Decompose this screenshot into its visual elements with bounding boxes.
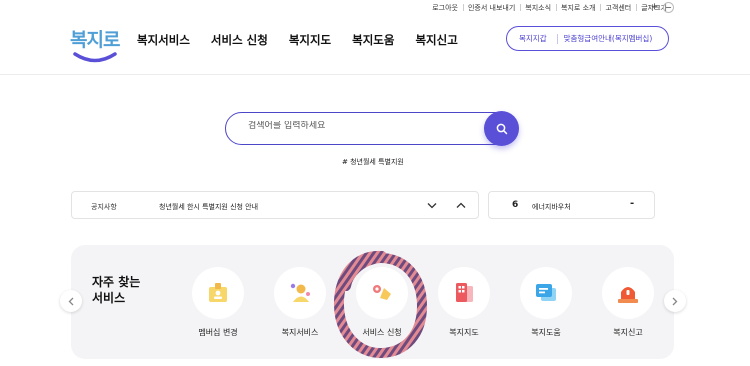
notice-bar: 공지사항 청년월세 한시 특별지원 신청 안내: [71, 191, 479, 219]
welfare-help-icon: [536, 284, 556, 301]
welfare-news-link[interactable]: 복지소식: [520, 3, 556, 13]
header-button-group: 복지지갑 맞춤형급여안내(복지멤버십): [506, 26, 669, 51]
site-logo[interactable]: 복지로: [70, 25, 120, 69]
carousel-next-button[interactable]: [664, 290, 686, 312]
welfare-map-icon: [456, 283, 473, 302]
voucher-number: 6: [512, 200, 519, 210]
header-divider: [0, 74, 750, 75]
frequent-services-title: 자주 찾는 서비스: [92, 274, 140, 306]
service-label: 복지신고: [613, 328, 643, 337]
logout-link[interactable]: 로그아웃: [427, 3, 463, 13]
main-nav: 복지서비스 서비스 신청 복지지도 복지도움 복지신고: [137, 32, 458, 48]
service-label: 복지도움: [531, 328, 561, 337]
utility-bar: 로그아웃 인증서 내보내기 복지소식 복지로 소개 고객센터 글자크기: [427, 3, 672, 13]
service-icon-circle: [356, 267, 408, 319]
service-apply-icon: [373, 285, 391, 300]
service-icon-circle: [438, 267, 490, 319]
voucher-collapse[interactable]: -: [630, 198, 634, 209]
logo-text: 복지로: [70, 29, 120, 51]
service-icon-circle: [602, 267, 654, 319]
search-icon: [496, 123, 507, 134]
nav-welfare-report[interactable]: 복지신고: [415, 32, 457, 48]
service-item-welfare-map[interactable]: 복지지도: [429, 267, 499, 338]
chevron-up-icon[interactable]: [456, 202, 466, 209]
frequent-title-line2: 서비스: [92, 291, 126, 305]
service-icon-circle: [520, 267, 572, 319]
font-decrease-button[interactable]: −: [663, 2, 674, 13]
welfare-service-icon: [290, 283, 310, 302]
search-hashtag[interactable]: # 청년월세 특별지원: [342, 157, 404, 167]
service-item-welfare-service[interactable]: 복지서비스: [265, 267, 335, 338]
font-increase-button[interactable]: +: [649, 2, 660, 13]
header-button-divider: [557, 34, 558, 44]
frequent-title-line1: 자주 찾는: [92, 275, 141, 289]
search-button[interactable]: [484, 111, 519, 146]
voucher-text[interactable]: 에너지바우처: [532, 202, 571, 212]
chevron-left-icon: [68, 297, 74, 305]
service-icon-circle: [192, 267, 244, 319]
service-label: 서비스 신청: [362, 328, 402, 337]
certificate-export-link[interactable]: 인증서 내보내기: [462, 3, 520, 13]
nav-service-apply[interactable]: 서비스 신청: [211, 32, 268, 48]
chevron-down-icon[interactable]: [427, 202, 437, 209]
search-input[interactable]: [248, 121, 478, 131]
membership-guide-button[interactable]: 맞춤형급여안내(복지멤버십): [547, 33, 653, 44]
service-item-welfare-report[interactable]: 복지신고: [593, 267, 663, 338]
logo-smile-icon: [73, 52, 117, 63]
membership-icon: [209, 283, 227, 302]
notice-label: 공지사항: [91, 203, 117, 211]
search-box: [225, 111, 519, 146]
service-item-welfare-help[interactable]: 복지도움: [511, 267, 581, 338]
nav-welfare-help[interactable]: 복지도움: [352, 32, 394, 48]
about-link[interactable]: 복지로 소개: [556, 3, 600, 13]
notice-text[interactable]: 청년월세 한시 특별지원 신청 안내: [159, 202, 258, 212]
service-label: 복지서비스: [281, 328, 319, 337]
welfare-report-icon: [618, 287, 638, 303]
nav-welfare-map[interactable]: 복지지도: [289, 32, 331, 48]
service-label: 멤버십 변경: [198, 328, 238, 337]
welfare-wallet-button[interactable]: 복지지갑: [507, 33, 547, 44]
service-item-membership[interactable]: 멤버십 변경: [183, 267, 253, 338]
chevron-right-icon: [672, 297, 678, 305]
voucher-bar: 6 에너지바우처 -: [488, 191, 655, 219]
carousel-prev-button[interactable]: [60, 290, 82, 312]
nav-welfare-service[interactable]: 복지서비스: [137, 32, 190, 48]
service-item-service-apply[interactable]: 서비스 신청: [347, 267, 417, 338]
customer-center-link[interactable]: 고객센터: [600, 3, 636, 13]
service-icon-circle: [274, 267, 326, 319]
service-label: 복지지도: [449, 328, 479, 337]
font-size-buttons: + −: [649, 2, 674, 13]
